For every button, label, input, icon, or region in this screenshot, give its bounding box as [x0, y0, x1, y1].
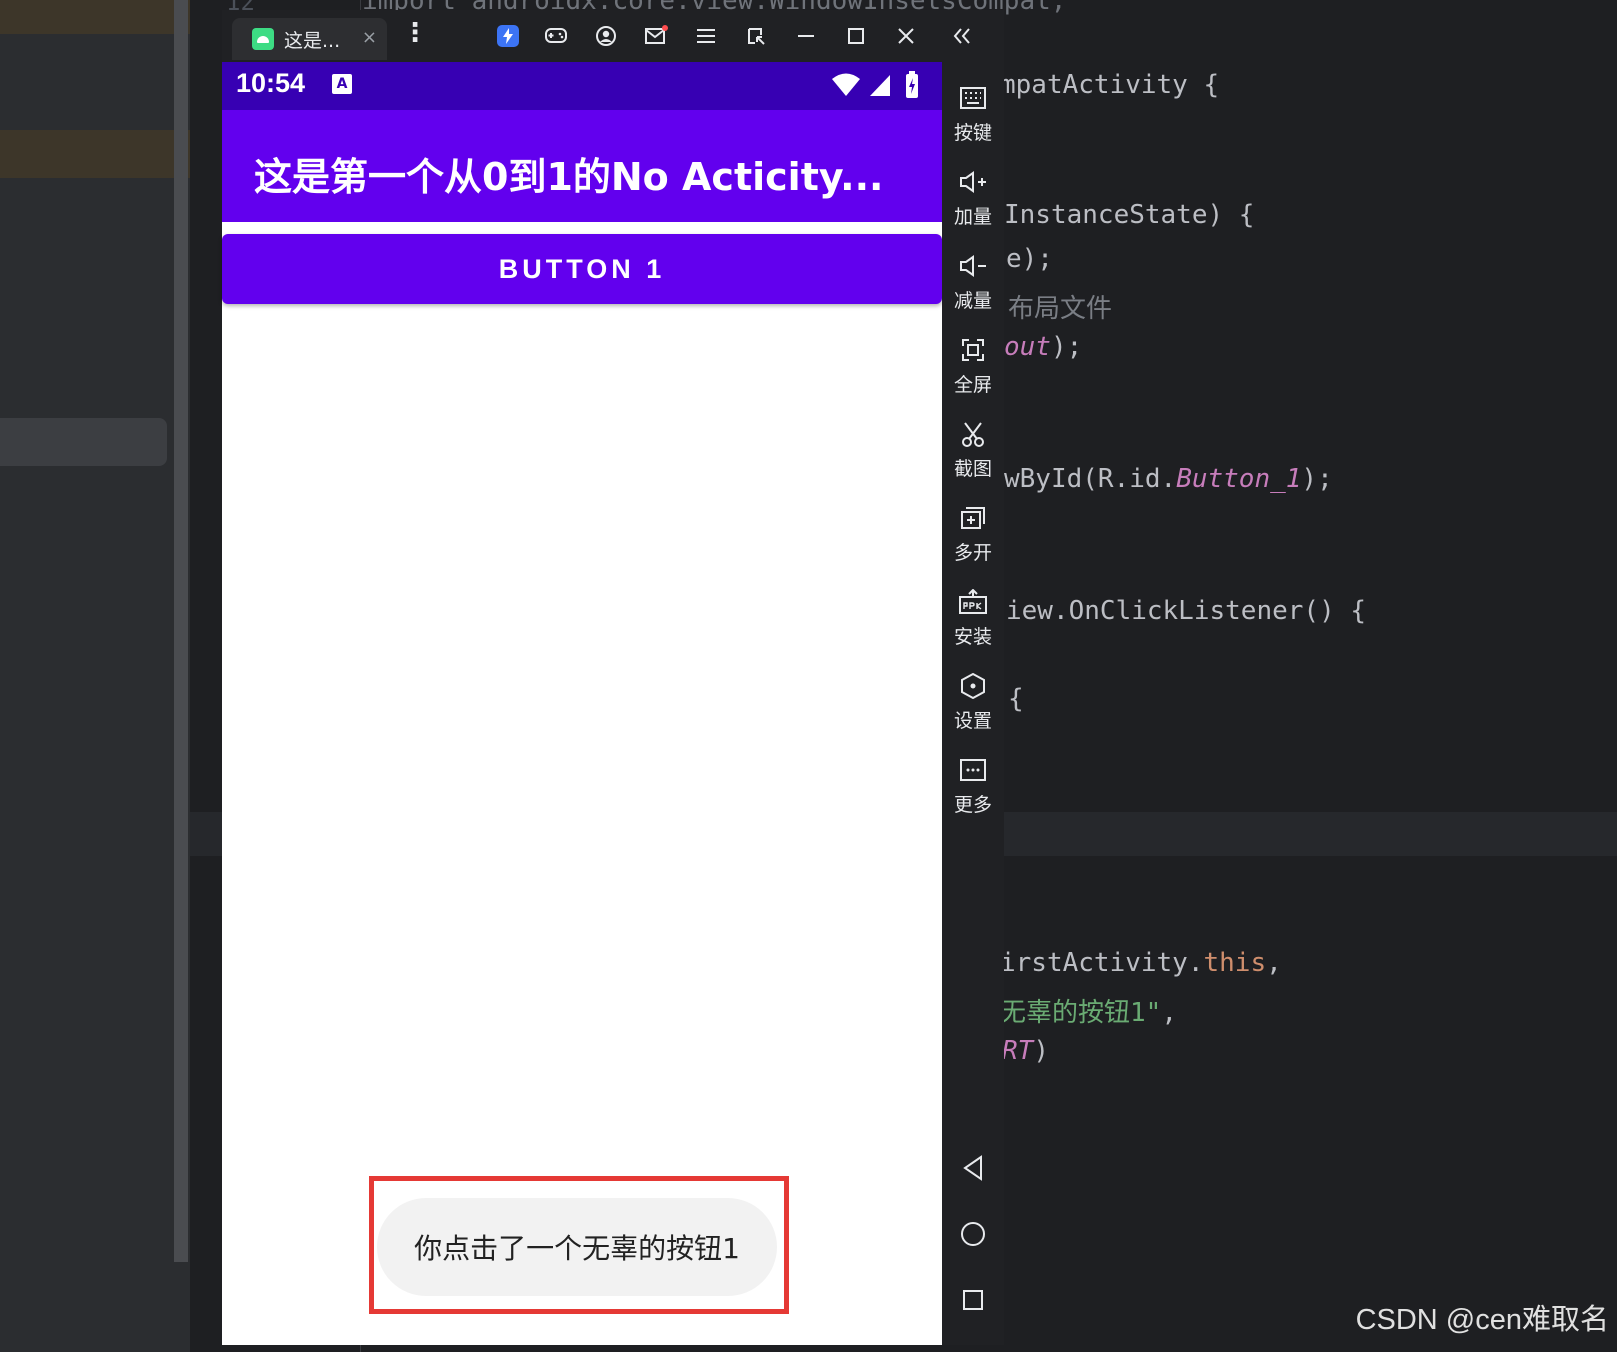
emulator-sidebar: 按键 加量 减量 全屏 截图 多开 安装 设置 更多	[942, 62, 1004, 1345]
sidebar-label: 加量	[953, 206, 992, 228]
code-line: out);	[1004, 332, 1082, 362]
code-identifier: out	[1004, 332, 1051, 362]
sidebar-item-volume-up[interactable]: 加量	[942, 158, 1004, 238]
code-identifier: Button_1	[1176, 464, 1302, 494]
account-icon[interactable]	[592, 22, 620, 50]
multi-instance-icon	[959, 504, 987, 532]
sidebar-item-settings[interactable]: 设置	[942, 662, 1004, 742]
scissors-icon	[959, 420, 987, 448]
back-icon[interactable]	[959, 1154, 987, 1182]
code-text: );	[1050, 332, 1083, 362]
battery-icon	[906, 71, 918, 98]
code-line: {	[1008, 684, 1024, 714]
toast-text: 你点击了一个无辜的按钮1	[414, 1232, 740, 1265]
minimize-icon[interactable]	[792, 22, 820, 50]
selected-row[interactable]	[0, 418, 167, 466]
sidebar-label: 全屏	[953, 374, 992, 396]
emulator-window: 这是... × ⋮ 10:54 A 这是第一个从0到1的No Acticity.…	[222, 10, 1004, 1345]
code-line: mpatActivity {	[1000, 70, 1220, 100]
collapse-sidebar-icon[interactable]	[948, 22, 976, 50]
close-window-icon[interactable]	[892, 22, 920, 50]
boost-icon[interactable]	[494, 22, 522, 50]
code-line: RT)	[1002, 1036, 1049, 1066]
sidebar-label: 更多	[953, 794, 992, 816]
code-line: InstanceState) {	[1004, 200, 1255, 230]
code-text: irstActivity.	[1000, 948, 1204, 978]
code-identifier: RT	[1002, 1036, 1034, 1066]
phone-screen[interactable]: 10:54 A 这是第一个从0到1的No Acticity... BUTTON …	[222, 62, 942, 1345]
code-text: wById(R.id.	[1004, 464, 1177, 494]
code-line: 无辜的按钮1",	[1000, 992, 1177, 1029]
window-pin-icon[interactable]	[742, 22, 770, 50]
code-string: 无辜的按钮1"	[1000, 998, 1162, 1028]
button-1[interactable]: BUTTON 1	[222, 234, 942, 304]
close-icon[interactable]: ×	[362, 27, 377, 48]
hamburger-menu-icon[interactable]	[692, 22, 720, 50]
more-icon	[959, 756, 987, 784]
sidebar-item-volume-down[interactable]: 减量	[942, 242, 1004, 322]
code-keyword: this	[1203, 948, 1267, 978]
tab-title: 这是...	[284, 29, 341, 52]
code-line: e);	[1006, 244, 1053, 274]
code-line: 布局文件	[1008, 288, 1112, 325]
toast-message: 你点击了一个无辜的按钮1	[377, 1198, 777, 1296]
panel-scrollbar[interactable]	[174, 0, 188, 1262]
sidebar-label: 多开	[953, 542, 992, 564]
code-text: );	[1301, 464, 1333, 494]
emulator-titlebar: 这是... × ⋮	[222, 10, 1004, 62]
gamepad-icon[interactable]	[542, 22, 570, 50]
volume-up-icon	[959, 168, 987, 196]
status-time: 10:54	[236, 68, 306, 98]
code-text: ,	[1161, 998, 1177, 1028]
highlighted-row[interactable]	[0, 0, 190, 34]
sidebar-label: 安装	[953, 626, 992, 648]
home-icon[interactable]	[959, 1220, 987, 1248]
menu-dots-icon[interactable]: ⋮	[402, 20, 428, 46]
highlighted-row[interactable]	[0, 130, 190, 178]
code-line: irstActivity.this,	[1000, 948, 1282, 978]
notification-badge-icon: A	[332, 74, 352, 94]
mail-icon[interactable]	[642, 22, 670, 50]
sidebar-label: 截图	[953, 458, 992, 480]
sidebar-label: 按键	[953, 122, 992, 144]
sidebar-label: 设置	[953, 710, 992, 732]
keyboard-icon	[959, 84, 987, 112]
wifi-icon	[832, 73, 860, 96]
code-line: iew.OnClickListener() {	[1006, 596, 1367, 626]
project-panel	[0, 0, 190, 1352]
android-icon	[252, 28, 274, 50]
signal-icon	[870, 75, 890, 96]
sidebar-item-more[interactable]: 更多	[942, 746, 1004, 826]
apk-install-icon	[959, 588, 987, 616]
code-text: ,	[1266, 948, 1282, 978]
app-title: 这是第一个从0到1的No Acticity...	[254, 155, 884, 199]
maximize-icon[interactable]	[842, 22, 870, 50]
watermark: CSDN @cen难取名	[1355, 1304, 1609, 1336]
emulator-tab[interactable]: 这是... ×	[232, 18, 387, 60]
status-icons	[832, 70, 932, 102]
sidebar-label: 减量	[953, 290, 992, 312]
volume-down-icon	[959, 252, 987, 280]
code-comment: 布局文件	[1008, 294, 1113, 324]
code-line: wById(R.id.Button_1);	[1004, 464, 1333, 494]
sidebar-item-install[interactable]: 安装	[942, 578, 1004, 658]
recents-icon[interactable]	[959, 1286, 987, 1314]
sidebar-item-fullscreen[interactable]: 全屏	[942, 326, 1004, 406]
settings-icon	[959, 672, 987, 700]
app-bar: 这是第一个从0到1的No Acticity...	[222, 110, 942, 222]
fullscreen-icon	[959, 336, 987, 364]
sidebar-item-keys[interactable]: 按键	[942, 74, 1004, 154]
code-text: )	[1033, 1036, 1049, 1066]
sidebar-item-screenshot[interactable]: 截图	[942, 410, 1004, 490]
sidebar-item-multi-instance[interactable]: 多开	[942, 494, 1004, 574]
status-bar: 10:54 A	[222, 62, 942, 110]
